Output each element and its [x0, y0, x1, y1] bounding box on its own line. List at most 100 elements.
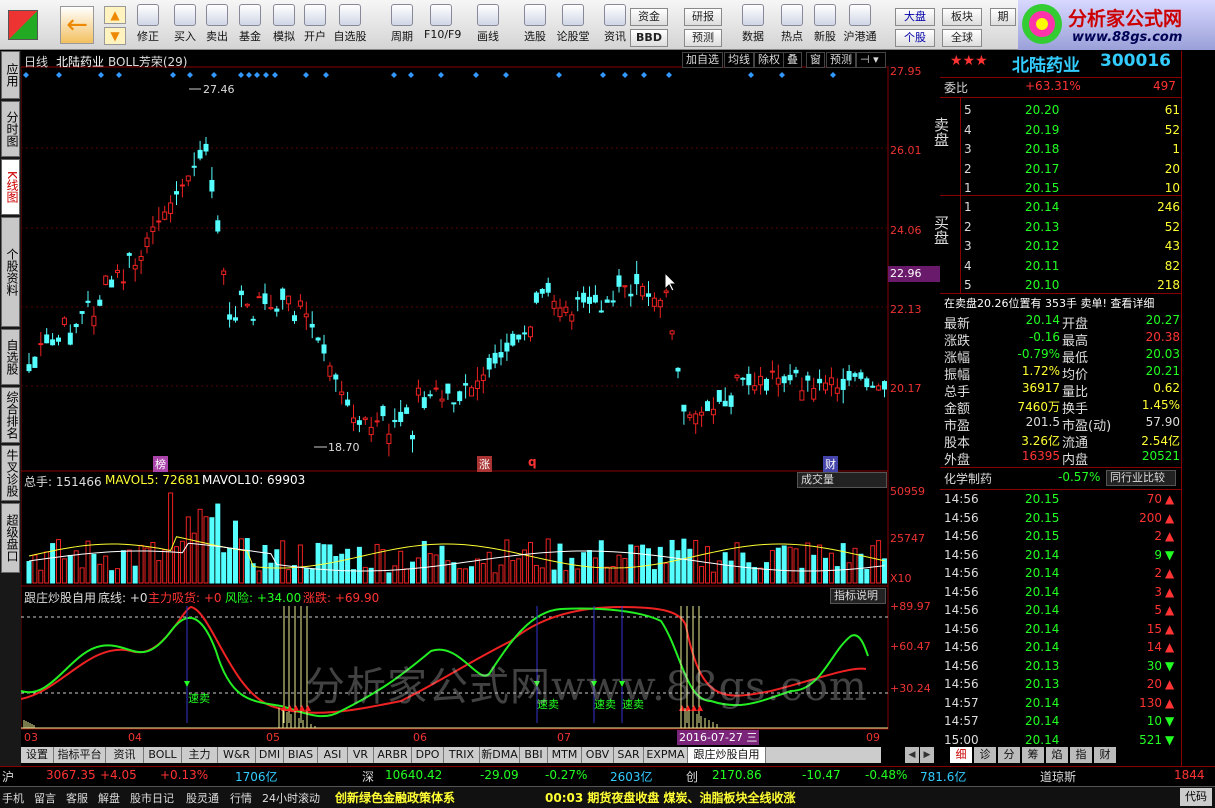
toolbar-refresh-button[interactable]: 修正: [131, 3, 165, 48]
indicator-tab-17[interactable]: SAR: [614, 747, 644, 763]
menu-grid-icon[interactable]: [8, 10, 38, 40]
market-button[interactable]: 大盘: [895, 8, 935, 26]
indicator-tab-10[interactable]: ARBR: [374, 747, 412, 763]
status-link-4[interactable]: 股市日记: [130, 790, 174, 806]
indicator-tab-15[interactable]: MTM: [548, 747, 582, 763]
sell-price[interactable]: 20.20: [1025, 103, 1059, 120]
capital-button[interactable]: 资金: [630, 8, 668, 26]
industry-compare-button[interactable]: 同行业比较: [1106, 470, 1176, 486]
status-link-6[interactable]: 行情: [230, 790, 252, 806]
side-tab-0[interactable]: 应用: [1, 51, 20, 99]
indicator-explain-button[interactable]: 指标说明: [830, 588, 886, 604]
tab-scroll-left[interactable]: ◀: [905, 747, 919, 763]
chart-btn-1[interactable]: 均线: [724, 52, 754, 68]
index-dj-name[interactable]: 道琼斯: [1040, 768, 1076, 785]
index-sh-name[interactable]: 沪: [2, 768, 14, 785]
chart-menu-button[interactable]: ⊣ ▾: [856, 52, 886, 68]
toolbar-buy-button[interactable]: 买入: [168, 3, 202, 48]
indicator-tab-18[interactable]: EXPMA: [644, 747, 688, 763]
toolbar-pe-button[interactable]: 数据: [736, 3, 770, 48]
indicator-tab-5[interactable]: W&R: [218, 747, 256, 763]
detail-tab-6[interactable]: 财: [1094, 747, 1116, 763]
status-link-0[interactable]: 手机: [2, 790, 24, 806]
global-button[interactable]: 全球: [942, 29, 982, 47]
status-link-5[interactable]: 股灵通: [186, 790, 219, 806]
forecast-button[interactable]: 预测: [684, 29, 722, 47]
marker-limit-up[interactable]: 涨: [477, 456, 492, 472]
chart-btn-0[interactable]: 加自选: [682, 52, 723, 68]
indicator-tab-12[interactable]: TRIX: [444, 747, 480, 763]
detail-tab-0[interactable]: 细: [950, 747, 972, 763]
detail-tab-4[interactable]: 焰: [1046, 747, 1068, 763]
code-button[interactable]: 代码: [1180, 788, 1212, 806]
toolbar-chat-button[interactable]: 论股堂: [556, 3, 590, 48]
indicator-tab-1[interactable]: 指标平台: [54, 747, 106, 763]
back-arrow-icon[interactable]: ←: [60, 6, 94, 44]
chart-btn-3[interactable]: 叠: [783, 52, 802, 68]
detail-tab-2[interactable]: 分: [998, 747, 1020, 763]
toolbar-hk-button[interactable]: 沪港通: [843, 3, 877, 48]
status-link-1[interactable]: 留言: [34, 790, 56, 806]
status-link-2[interactable]: 客服: [66, 790, 88, 806]
toolbar-pen-button[interactable]: 画线: [471, 3, 505, 48]
bbd-button[interactable]: BBD: [630, 29, 668, 47]
toolbar-info-button[interactable]: 资讯: [598, 3, 632, 48]
buy-price[interactable]: 20.11: [1025, 259, 1059, 276]
detail-tab-5[interactable]: 指: [1070, 747, 1092, 763]
sell-price[interactable]: 20.17: [1025, 162, 1059, 179]
side-tab-5[interactable]: 综合排名: [1, 387, 20, 443]
futures-button[interactable]: 期: [990, 8, 1016, 26]
side-tab-1[interactable]: 分时图: [1, 101, 20, 157]
indicator-tab-7[interactable]: BIAS: [284, 747, 318, 763]
indicator-tab-3[interactable]: BOLL: [144, 747, 182, 763]
sell-price[interactable]: 20.19: [1025, 123, 1059, 140]
order-notice[interactable]: 在卖盘20.26位置有 353手 卖单! 查看详细: [944, 295, 1154, 312]
index-cy-name[interactable]: 创: [686, 768, 698, 785]
indicator-tab-4[interactable]: 主力: [182, 747, 218, 763]
buy-price[interactable]: 20.12: [1025, 239, 1059, 256]
detail-tab-3[interactable]: 筹: [1022, 747, 1044, 763]
marker-q[interactable]: q: [528, 455, 537, 469]
stock-button[interactable]: 个股: [895, 29, 935, 47]
tab-scroll-right[interactable]: ▶: [920, 747, 934, 763]
chart-btn-5[interactable]: 预测: [826, 52, 856, 68]
toolbar-new-button[interactable]: 新股: [808, 3, 842, 48]
detail-tab-1[interactable]: 诊: [974, 747, 996, 763]
indicator-tab-0[interactable]: 设置: [21, 747, 54, 763]
indicator-tab-9[interactable]: VR: [348, 747, 374, 763]
indicator-tab-14[interactable]: BBI: [520, 747, 548, 763]
toolbar-fire-button[interactable]: 热点: [775, 3, 809, 48]
sell-price[interactable]: 20.15: [1025, 181, 1059, 198]
indicator-tab-13[interactable]: 新DMA: [480, 747, 520, 763]
toolbar-sell-button[interactable]: 卖出: [200, 3, 234, 48]
toolbar-clock-button[interactable]: 周期: [385, 3, 419, 48]
indicator-tab-6[interactable]: DMI: [256, 747, 284, 763]
sell-price[interactable]: 20.18: [1025, 142, 1059, 159]
side-tab-7[interactable]: 超级盘口: [1, 503, 20, 573]
toolbar-lock-button[interactable]: 开户: [298, 3, 332, 48]
toolbar-monitor-button[interactable]: 选股: [518, 3, 552, 48]
side-tab-3[interactable]: 个股资料: [1, 217, 20, 327]
toolbar-fund-button[interactable]: 基金: [233, 3, 267, 48]
index-sz-name[interactable]: 深: [362, 768, 374, 785]
down-arrow-icon[interactable]: ▼: [104, 27, 126, 45]
indicator-tab-19[interactable]: 跟庄炒股自用: [688, 747, 766, 763]
toolbar-doc-button[interactable]: F10/F9: [424, 3, 461, 48]
status-link-3[interactable]: 解盘: [98, 790, 120, 806]
toolbar-hammer-button[interactable]: 模拟: [267, 3, 301, 48]
sector-button[interactable]: 板块: [942, 8, 982, 26]
volume-dropdown[interactable]: 成交量: [797, 472, 887, 488]
status-link-7[interactable]: 24小时滚动: [262, 790, 320, 806]
indicator-tab-8[interactable]: ASI: [318, 747, 348, 763]
chart-btn-2[interactable]: 除权: [754, 52, 784, 68]
indicator-tab-2[interactable]: 资讯: [106, 747, 144, 763]
marker-rank[interactable]: 榜: [153, 456, 168, 472]
toolbar-star-button[interactable]: 自选股: [333, 3, 367, 48]
buy-price[interactable]: 20.13: [1025, 220, 1059, 237]
news-ticker[interactable]: 00:03 期货夜盘收盘 煤炭、油脂板块全线收涨: [545, 789, 796, 806]
side-tab-2[interactable]: K线图: [1, 159, 20, 215]
kline-chart[interactable]: [21, 51, 940, 747]
indicator-tab-16[interactable]: OBV: [582, 747, 614, 763]
indicator-tab-11[interactable]: DPO: [412, 747, 444, 763]
side-tab-4[interactable]: 自选股: [1, 329, 20, 385]
